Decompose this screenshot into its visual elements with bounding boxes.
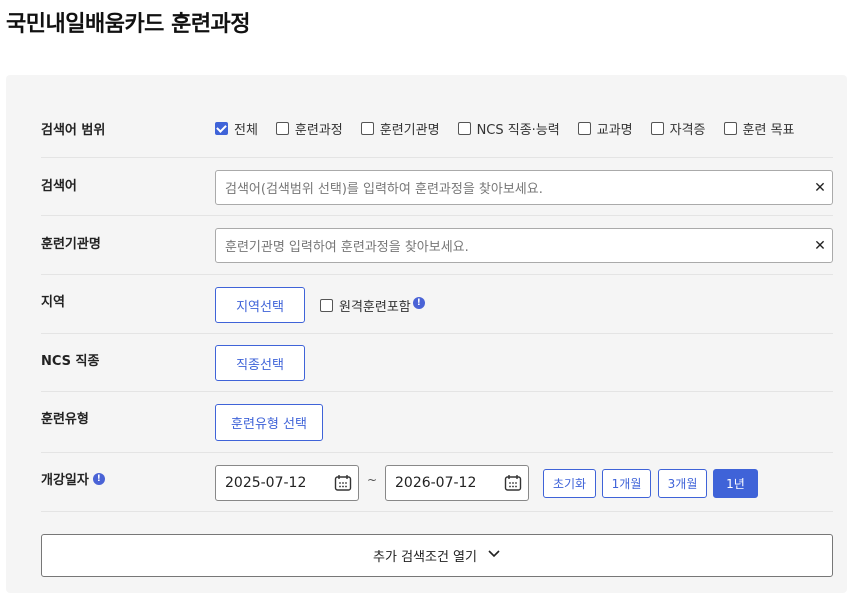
scope-option-certificate[interactable]: 자격증 xyxy=(650,119,706,138)
date-range-1-year-button[interactable]: 1년 xyxy=(713,469,758,498)
institution-placeholder: 훈련기관명 입력하여 훈련과정을 찾아보세요. xyxy=(225,240,469,255)
institution-label: 훈련기관명 xyxy=(41,237,101,252)
info-icon[interactable]: ! xyxy=(412,296,425,309)
scope-option-all[interactable]: 전체 xyxy=(215,119,258,138)
start-date-to-value: 2026-07-12 xyxy=(395,475,477,491)
ncs-select-button[interactable]: 직종선택 xyxy=(215,345,305,381)
training-type-row: 훈련유형 xyxy=(41,392,833,453)
checkbox-icon xyxy=(275,122,289,135)
page-title: 국민내일배움카드 훈련과정 xyxy=(6,12,251,37)
scope-option-goal[interactable]: 훈련 목표 xyxy=(723,119,795,138)
start-date-from-input[interactable]: 2025-07-12 xyxy=(215,465,359,501)
info-icon[interactable]: ! xyxy=(92,472,105,485)
ncs-label: NCS 직종 xyxy=(41,354,100,369)
region-label: 지역 xyxy=(41,295,65,310)
checkbox-icon xyxy=(723,122,737,135)
checkbox-icon xyxy=(650,122,664,135)
institution-input[interactable]: 훈련기관명 입력하여 훈련과정을 찾아보세요. ✕ xyxy=(215,228,833,263)
calendar-icon[interactable] xyxy=(498,474,528,492)
scope-row: 검색어 범위 xyxy=(41,75,833,158)
clear-keyword-icon[interactable]: ✕ xyxy=(808,180,832,196)
date-range-1-month-button[interactable]: 1개월 xyxy=(602,469,651,498)
more-conditions-button[interactable]: 추가 검색조건 열기 xyxy=(41,534,833,577)
checkbox-icon xyxy=(457,122,471,135)
training-type-select-button[interactable]: 훈련유형 선택 xyxy=(215,404,323,441)
clear-institution-icon[interactable]: ✕ xyxy=(808,238,832,254)
checkbox-icon xyxy=(577,122,591,135)
start-date-from-value: 2025-07-12 xyxy=(225,475,307,491)
calendar-icon[interactable] xyxy=(328,474,358,492)
start-date-label: 개강일자 xyxy=(41,473,89,488)
search-panel: 검색어 범위 전체 훈련과정 훈련기관명 NCS 직종·능력 교과명 자격증 훈… xyxy=(6,75,847,593)
date-separator: ~ xyxy=(367,473,378,487)
date-reset-button[interactable]: 초기화 xyxy=(543,469,596,498)
training-type-label: 훈련유형 xyxy=(41,412,89,427)
scope-options: 전체 훈련과정 훈련기관명 NCS 직종·능력 교과명 자격증 훈련 목표 xyxy=(215,119,795,138)
region-select-button[interactable]: 지역선택 xyxy=(215,287,305,323)
scope-option-subject[interactable]: 교과명 xyxy=(577,119,633,138)
start-date-label-wrap: 개강일자 ! xyxy=(41,469,105,488)
scope-option-course[interactable]: 훈련과정 xyxy=(275,119,343,138)
date-range-3-month-button[interactable]: 3개월 xyxy=(658,469,707,498)
keyword-placeholder: 검색어(검색범위 선택)를 입력하여 훈련과정을 찾아보세요. xyxy=(225,182,543,197)
remote-training-checkbox[interactable]: 원격훈련포함 ! xyxy=(320,296,425,315)
checkbox-icon xyxy=(360,122,374,135)
checkbox-icon xyxy=(320,299,333,312)
scope-label: 검색어 범위 xyxy=(41,123,106,138)
region-row: 지역 xyxy=(41,275,833,334)
checkbox-checked-icon xyxy=(215,122,228,135)
ncs-row: NCS 직종 xyxy=(41,334,833,392)
keyword-label: 검색어 xyxy=(41,179,77,194)
scope-option-ncs[interactable]: NCS 직종·능력 xyxy=(457,119,560,138)
more-conditions-label: 추가 검색조건 열기 xyxy=(373,550,477,565)
keyword-input[interactable]: 검색어(검색범위 선택)를 입력하여 훈련과정을 찾아보세요. ✕ xyxy=(215,170,833,205)
start-date-to-input[interactable]: 2026-07-12 xyxy=(385,465,529,501)
scope-option-institution[interactable]: 훈련기관명 xyxy=(360,119,440,138)
chevron-down-icon xyxy=(487,548,501,563)
